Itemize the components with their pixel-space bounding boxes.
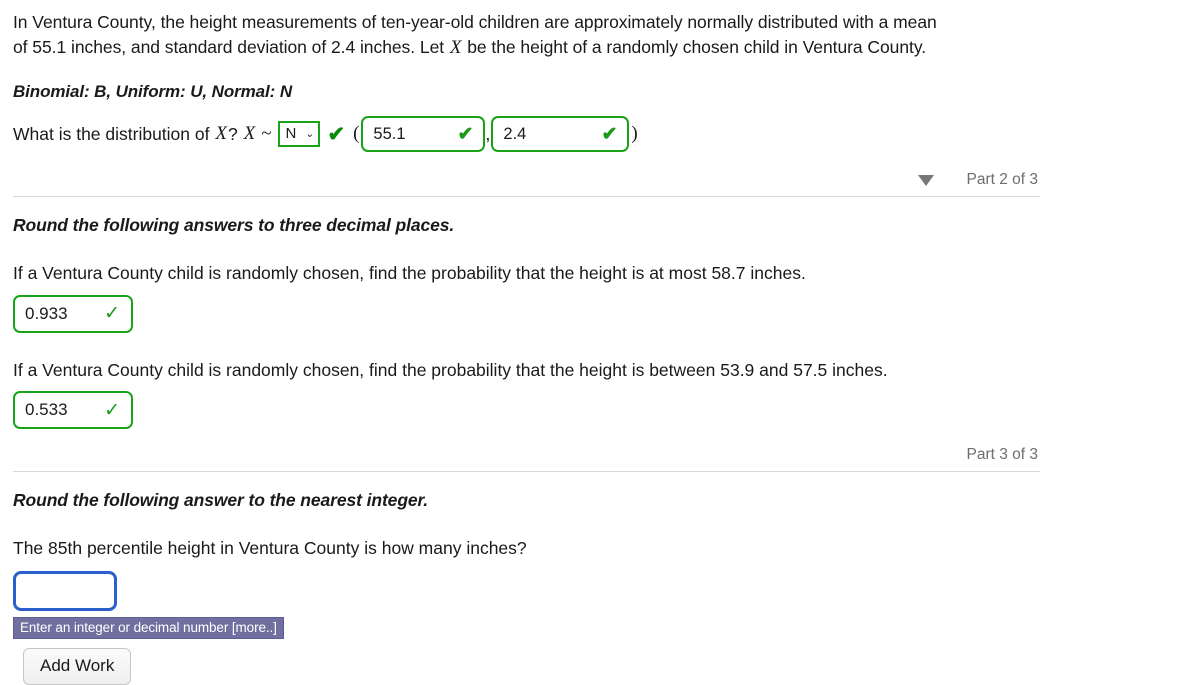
collapse-triangle-icon[interactable] bbox=[918, 174, 935, 186]
distribution-type-select[interactable]: N B U bbox=[278, 121, 321, 147]
percentile-answer-input[interactable] bbox=[13, 570, 117, 611]
problem-statement: In Ventura County, the height measuremen… bbox=[13, 10, 953, 60]
divider-part-2 bbox=[13, 196, 1040, 197]
part-2-header: Part 2 of 3 bbox=[13, 167, 1040, 193]
part-3-label: Part 3 of 3 bbox=[966, 446, 1038, 463]
sd-input-value[interactable]: 2.4 bbox=[493, 125, 601, 144]
divider-part-3 bbox=[13, 471, 1040, 472]
sd-input-box[interactable]: 2.4 ✔ bbox=[491, 116, 630, 152]
question-a-text: If a Ventura County child is randomly ch… bbox=[13, 263, 806, 283]
mean-input-value[interactable]: 55.1 bbox=[363, 125, 457, 144]
distribution-answer-row: What is the distribution of X? X~ N B U … bbox=[13, 114, 1040, 154]
distribution-type-check-icon: ✔ bbox=[327, 122, 346, 146]
distribution-question-lead: What is the distribution of bbox=[13, 123, 215, 144]
answer-b-check-icon: ✓ bbox=[104, 399, 120, 421]
mean-check-icon: ✔ bbox=[457, 123, 474, 145]
question-c-text: The 85th percentile height in Ventura Co… bbox=[13, 538, 527, 558]
tilde-symbol: ~ bbox=[261, 123, 272, 144]
question-b-text: If a Ventura County child is randomly ch… bbox=[13, 359, 888, 380]
input-format-hint[interactable]: Enter an integer or decimal number [more… bbox=[13, 616, 284, 639]
distribution-legend: Binomial: B, Uniform: U, Normal: N bbox=[13, 82, 292, 101]
content-wrapper: In Ventura County, the height measuremen… bbox=[0, 0, 1040, 685]
part-2-instruction: Round the following answers to three dec… bbox=[13, 215, 455, 235]
answer-a-value[interactable]: 0.933 bbox=[15, 304, 104, 324]
answer-a-check-icon: ✓ bbox=[104, 303, 120, 324]
distribution-type-select-wrapper[interactable]: N B U ⌄ bbox=[278, 121, 321, 147]
distribution-variable-x-2: X bbox=[243, 123, 256, 144]
part-2-label: Part 2 of 3 bbox=[966, 171, 1038, 188]
part-3-header: Part 3 of 3 bbox=[13, 442, 1040, 468]
exercise-page: In Ventura County, the height measuremen… bbox=[0, 0, 1200, 685]
answer-b-box[interactable]: 0.533 ✓ bbox=[13, 391, 133, 429]
part-3-instruction: Round the following answer to the neares… bbox=[13, 490, 429, 510]
sd-check-icon: ✔ bbox=[601, 123, 618, 145]
answer-b-value[interactable]: 0.533 bbox=[15, 400, 104, 420]
problem-variable-x: X bbox=[449, 36, 462, 58]
open-paren: ( bbox=[353, 123, 360, 144]
distribution-variable-x: X bbox=[215, 123, 227, 144]
distribution-question-tail: ? bbox=[227, 123, 243, 144]
close-paren: ) bbox=[631, 123, 638, 144]
mean-input-box[interactable]: 55.1 ✔ bbox=[361, 116, 486, 152]
answer-a-box[interactable]: 0.933 ✓ bbox=[13, 294, 133, 333]
problem-statement-text-2: be the height of a randomly chosen child… bbox=[462, 36, 927, 57]
